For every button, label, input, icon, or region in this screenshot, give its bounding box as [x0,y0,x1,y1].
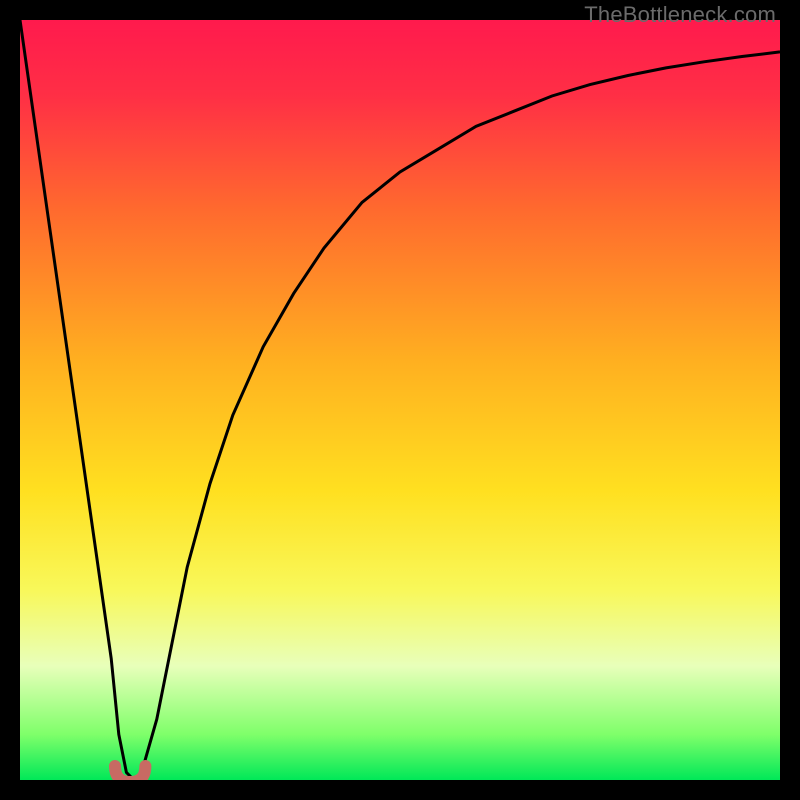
chart-frame [20,20,780,780]
gradient-background [20,20,780,780]
bottleneck-chart [20,20,780,780]
watermark-text: TheBottleneck.com [584,2,776,28]
